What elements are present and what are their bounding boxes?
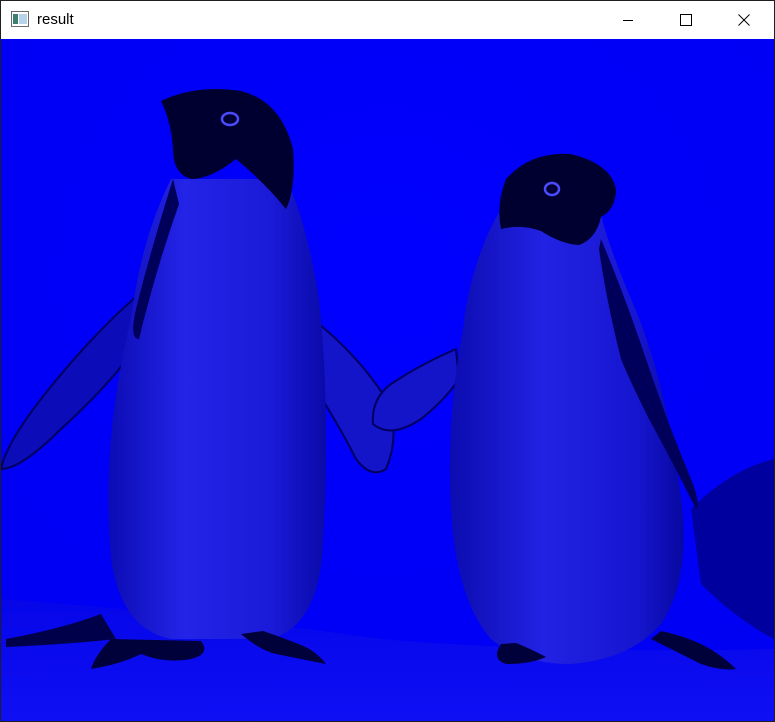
close-icon: [738, 14, 750, 26]
close-button[interactable]: [715, 1, 773, 39]
penguins-image: [1, 39, 774, 721]
maximize-button[interactable]: [657, 1, 715, 39]
minimize-icon: [623, 20, 633, 21]
maximize-icon: [680, 14, 692, 26]
minimize-button[interactable]: [599, 1, 657, 39]
image-viewer-window: result: [0, 0, 775, 722]
image-canvas: [1, 39, 774, 721]
title-bar[interactable]: result: [1, 1, 774, 39]
window-title: result: [37, 11, 74, 28]
window-app-icon: [11, 11, 29, 27]
